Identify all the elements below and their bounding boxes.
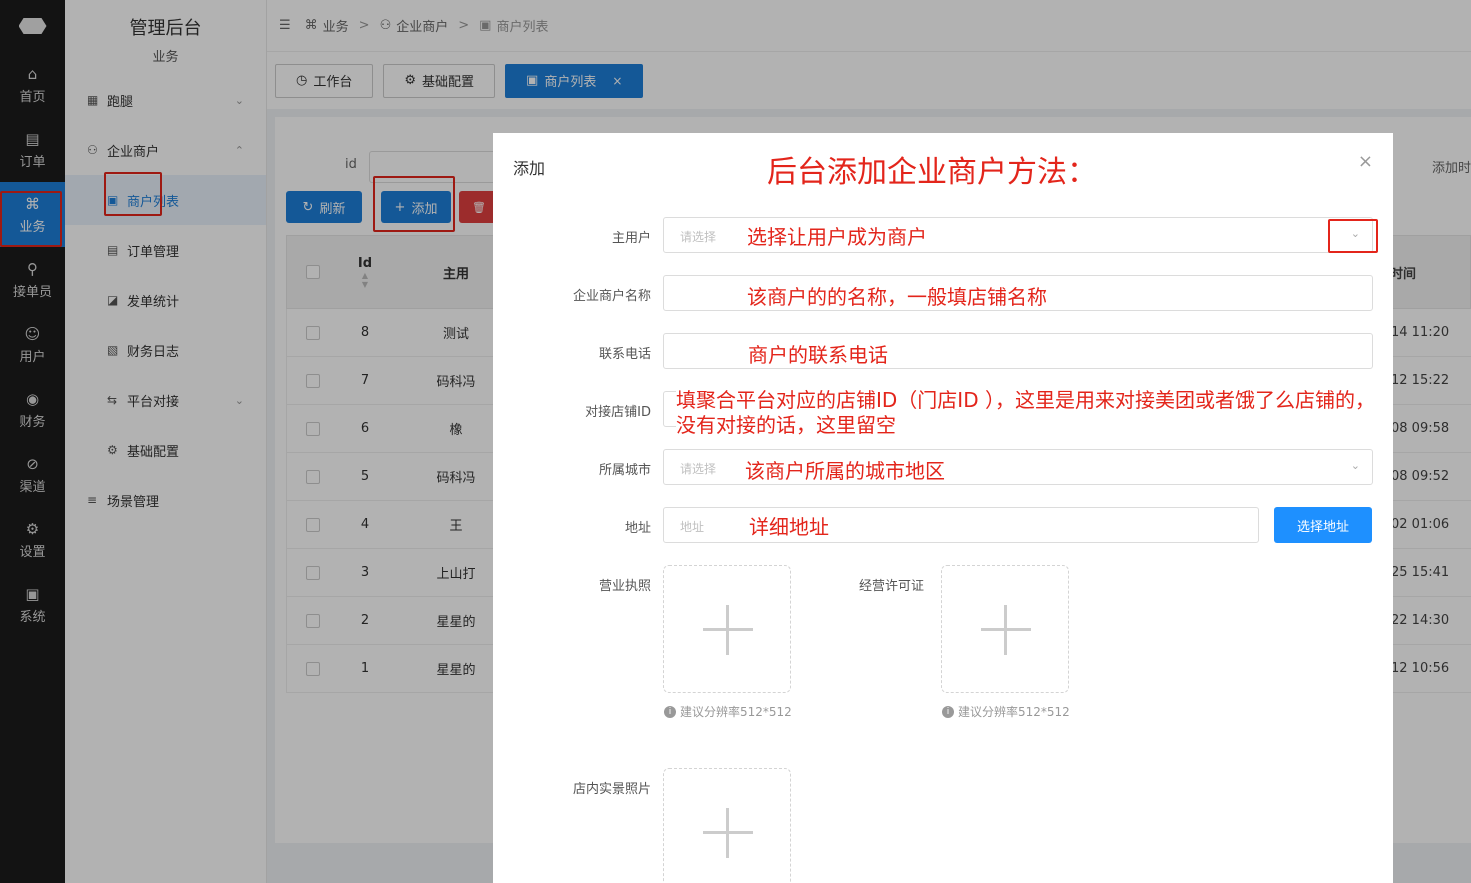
license-label: 营业执照 bbox=[598, 579, 651, 594]
hint-text: 建议分辨率512*512 bbox=[958, 705, 1070, 719]
dialog-title: 添加 bbox=[513, 159, 546, 178]
info-icon: i bbox=[942, 705, 954, 718]
annotation-phone: 商户的联系电话 bbox=[748, 343, 888, 367]
phone-label: 联系电话 bbox=[598, 347, 651, 362]
hint-text: 建议分辨率512*512 bbox=[680, 705, 792, 719]
permit-upload[interactable] bbox=[941, 565, 1069, 693]
annotation-company-name: 该商户的的名称，一般填店铺名称 bbox=[747, 285, 1047, 309]
permit-label: 经营许可证 bbox=[859, 579, 925, 594]
placeholder: 地址 bbox=[680, 520, 705, 534]
add-merchant-dialog: 添加 × 后台添加企业商户方法： 主用户 请选择 ⌄ 选择让用户成为商户 企业商… bbox=[493, 133, 1393, 883]
placeholder: 请选择 bbox=[680, 462, 717, 476]
close-icon[interactable]: × bbox=[1358, 151, 1373, 172]
company-name-label: 企业商户名称 bbox=[572, 289, 651, 304]
annotation-main-user: 选择让用户成为商户 bbox=[747, 225, 927, 249]
annotation-store-id: 填聚合平台对应的店铺ID（门店ID ），这里是用来对接美团或者饿了么店铺的， 没… bbox=[676, 388, 1375, 438]
license-hint: i 建议分辨率512*512 bbox=[664, 703, 792, 720]
photos-label: 店内实景照片 bbox=[572, 782, 651, 797]
annotation-heading: 后台添加企业商户方法： bbox=[767, 155, 1097, 190]
annotation-city: 该商户所属的城市地区 bbox=[745, 459, 945, 483]
select-address-button[interactable]: 选择地址 bbox=[1274, 507, 1372, 543]
license-upload[interactable] bbox=[663, 565, 791, 693]
main-user-label: 主用户 bbox=[611, 231, 651, 246]
address-label: 地址 bbox=[624, 521, 651, 536]
highlight-box bbox=[1328, 219, 1378, 253]
photos-upload[interactable] bbox=[663, 768, 791, 883]
annotation-address: 详细地址 bbox=[749, 515, 829, 539]
store-id-label: 对接店铺ID bbox=[585, 405, 651, 420]
chevron-down-icon: ⌄ bbox=[1350, 459, 1360, 472]
placeholder: 请选择 bbox=[680, 230, 717, 244]
city-label: 所属城市 bbox=[598, 463, 651, 478]
plus-icon bbox=[726, 808, 729, 858]
plus-icon bbox=[1004, 605, 1007, 655]
plus-icon bbox=[726, 605, 729, 655]
annotation-line: 没有对接的话，这里留空 bbox=[676, 413, 896, 437]
info-icon: i bbox=[664, 705, 676, 718]
annotation-line: 填聚合平台对应的店铺ID（门店ID ），这里是用来对接美团或者饿了么店铺的， bbox=[676, 388, 1375, 412]
permit-hint: i 建议分辨率512*512 bbox=[942, 703, 1070, 720]
